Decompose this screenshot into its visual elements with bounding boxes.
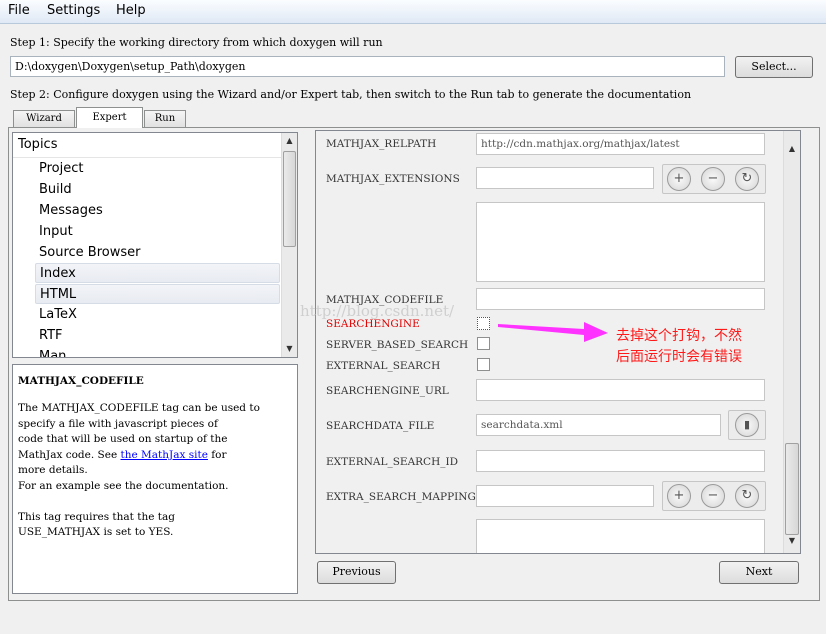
topics-scrollbar[interactable]: ▲ ▼ [281,133,297,357]
menu-help[interactable]: Help [116,3,146,18]
file-icon[interactable]: ▮ [735,413,759,437]
mathjax-extensions-label: MATHJAX_EXTENSIONS [326,173,460,185]
arrow-shape [498,322,608,342]
mathjax-extensions-list[interactable] [476,202,765,282]
minus-icon[interactable]: − [701,167,725,191]
mathjax-codefile-input[interactable] [476,288,765,310]
topic-messages[interactable]: Messages [13,201,279,221]
topic-html[interactable]: HTML [35,284,280,304]
refresh-icon[interactable]: ↻ [735,484,759,508]
next-button[interactable]: Next [719,561,799,584]
menu-bar: File Settings Help [0,0,826,24]
menu-file[interactable]: File [8,3,30,18]
extra-search-mappings-buttons: + − ↻ [662,481,766,511]
mathjax-extensions-input[interactable] [476,167,654,189]
scroll-up-icon[interactable]: ▲ [282,133,297,149]
searchengine-url-label: SEARCHENGINE_URL [326,385,449,397]
extra-search-mappings-input[interactable] [476,485,654,507]
external-search-checkbox[interactable] [477,358,490,371]
help-panel: MATHJAX_CODEFILE The MATHJAX_CODEFILE ta… [12,364,298,594]
help-title: MATHJAX_CODEFILE [18,375,144,387]
extra-search-mappings-label: EXTRA_SEARCH_MAPPINGS [326,491,484,503]
extra-search-mappings-list[interactable] [476,519,765,553]
help-body-part2: for more details. For an example see the… [18,448,229,539]
step2-label: Step 2: Configure doxygen using the Wiza… [10,88,692,101]
tab-run[interactable]: Run [144,110,186,127]
topic-latex[interactable]: LaTeX [13,305,279,325]
annotation-line2: 后面运行时会有错误 [616,349,742,365]
tab-expert[interactable]: Expert [76,107,143,128]
topic-project[interactable]: Project [13,159,279,179]
previous-button[interactable]: Previous [317,561,396,584]
mathjax-site-link[interactable]: the MathJax site [121,449,208,461]
select-directory-button[interactable]: Select... [735,56,813,78]
tab-wizard[interactable]: Wizard [13,110,75,127]
searchdata-file-label: SEARCHDATA_FILE [326,420,435,432]
plus-icon[interactable]: + [667,167,691,191]
refresh-icon[interactable]: ↻ [735,167,759,191]
help-text: The MATHJAX_CODEFILE tag can be used to … [18,401,292,541]
watermark: http://blog.csdn.net/ [300,302,455,320]
plus-icon[interactable]: + [667,484,691,508]
searchdata-file-input[interactable]: searchdata.xml [476,414,721,436]
topic-build[interactable]: Build [13,180,279,200]
external-search-id-input[interactable] [476,450,765,472]
minus-icon[interactable]: − [701,484,725,508]
topic-man[interactable]: Man [13,347,279,357]
settings-scroll-thumb[interactable] [785,443,799,535]
mathjax-relpath-label: MATHJAX_RELPATH [326,138,437,150]
step1-label: Step 1: Specify the working directory fr… [10,36,383,49]
mathjax-relpath-input[interactable]: http://cdn.mathjax.org/mathjax/latest [476,133,765,155]
settings-scrollbar[interactable]: ▲ ▼ [783,131,800,553]
annotation-arrow [498,322,608,342]
external-search-id-label: EXTERNAL_SEARCH_ID [326,456,459,468]
annotation-line1: 去掉这个打钩，不然 [616,328,742,344]
topics-scroll-thumb[interactable] [283,151,296,247]
topic-index[interactable]: Index [35,263,280,283]
working-directory-input[interactable]: D:\doxygen\Doxygen\setup_Path\doxygen [10,56,725,77]
scroll-up-icon[interactable]: ▲ [784,141,800,157]
searchengine-checkbox[interactable] [477,317,490,330]
menu-settings[interactable]: Settings [47,3,100,18]
searchengine-url-input[interactable] [476,379,765,401]
searchdata-file-browse: ▮ [728,410,766,440]
topics-header: Topics [13,133,297,158]
mathjax-extensions-buttons: + − ↻ [662,164,766,194]
server-based-search-checkbox[interactable] [477,337,490,350]
topic-source-browser[interactable]: Source Browser [13,243,279,263]
server-based-search-label: SERVER_BASED_SEARCH [326,339,469,351]
scroll-down-icon[interactable]: ▼ [282,341,297,357]
topics-list: Topics Project Build Messages Input Sour… [12,132,298,358]
topic-input[interactable]: Input [13,222,279,242]
external-search-label: EXTERNAL_SEARCH [326,360,441,372]
topic-rtf[interactable]: RTF [13,326,279,346]
scroll-down-icon[interactable]: ▼ [784,533,800,549]
